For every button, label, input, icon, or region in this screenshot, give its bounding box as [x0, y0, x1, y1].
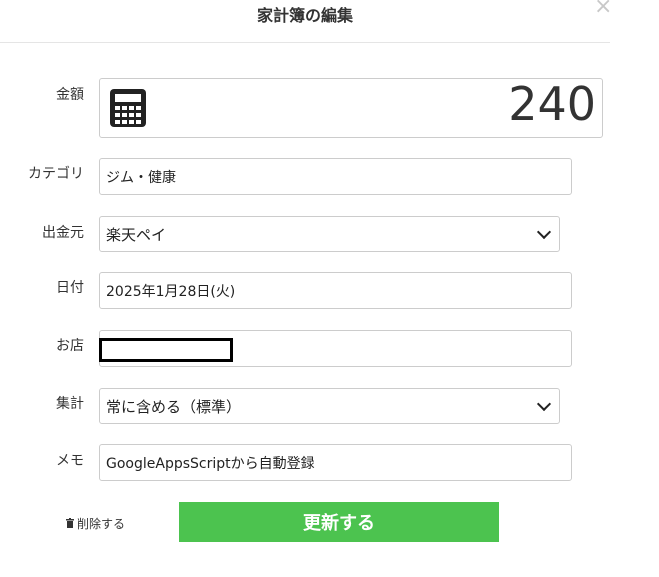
memo-label: メモ: [56, 453, 84, 469]
chevron-down-icon: [536, 224, 552, 239]
amount-label: 金額: [56, 87, 84, 103]
aggregation-value: 常に含める（標準）: [106, 397, 242, 416]
category-field[interactable]: ジム・健康: [99, 158, 572, 195]
header-divider: [0, 42, 610, 43]
redaction-box: [99, 338, 233, 362]
update-button[interactable]: 更新する: [179, 502, 499, 542]
category-label: カテゴリ: [28, 166, 84, 182]
delete-label: 削除する: [77, 517, 126, 531]
close-icon[interactable]: ×: [594, 0, 612, 18]
chevron-down-icon: [536, 396, 552, 411]
payment-source-select[interactable]: 楽天ペイ: [99, 216, 560, 252]
aggregation-label: 集計: [56, 396, 84, 412]
amount-value: 240: [508, 77, 596, 131]
edit-dialog: 家計簿の編集 × 金額 240 カテゴリ ジム・健康 出金元 楽天ペイ 日付 2…: [0, 0, 612, 577]
aggregation-select[interactable]: 常に含める（標準）: [99, 388, 560, 424]
dialog-title: 家計簿の編集: [256, 6, 353, 25]
payment-source-label: 出金元: [42, 225, 84, 241]
calculator-icon[interactable]: [109, 88, 147, 132]
shop-label: お店: [56, 338, 84, 354]
payment-source-value: 楽天ペイ: [106, 225, 167, 244]
date-label: 日付: [56, 280, 84, 296]
delete-link[interactable]: 削除する: [66, 515, 125, 532]
date-field[interactable]: 2025年1月28日(火): [99, 272, 572, 309]
amount-field[interactable]: 240: [99, 77, 603, 138]
memo-field[interactable]: GoogleAppsScriptから自動登録: [99, 444, 572, 481]
trash-icon: [66, 517, 74, 531]
